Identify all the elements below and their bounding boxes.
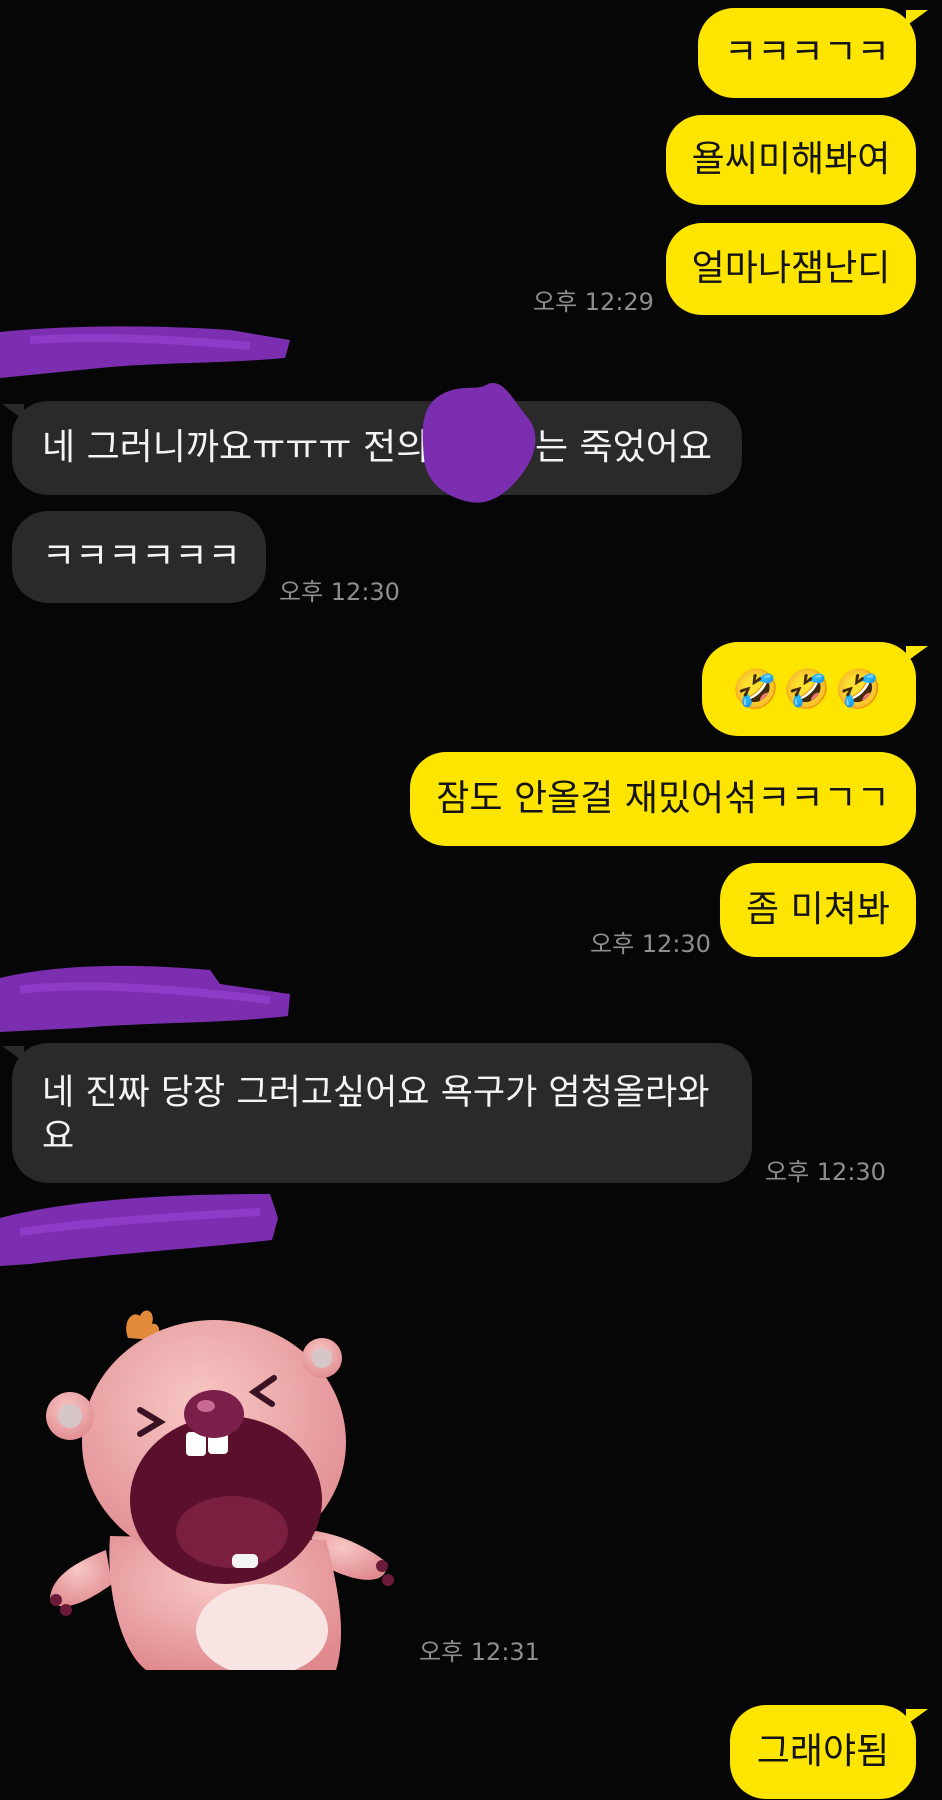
other-message-bubble[interactable]: ㅋㅋㅋㅋㅋㅋ bbox=[12, 511, 266, 603]
my-message-bubble[interactable]: 좀 미쳐봐 bbox=[720, 863, 916, 957]
other-message-bubble[interactable]: 네 그러니까요ㅠㅠㅠ 전의 는 죽었어요 bbox=[12, 401, 742, 495]
bubble-tail bbox=[2, 1046, 24, 1062]
message-timestamp: 오후 12:30 bbox=[765, 1158, 886, 1186]
bubble-tail bbox=[2, 404, 24, 420]
emoji-text: 🤣🤣🤣 bbox=[732, 667, 886, 711]
message-text: 그래야됨 bbox=[756, 1731, 890, 1772]
redaction-blob bbox=[422, 383, 536, 503]
other-message-bubble[interactable]: 네 진짜 당장 그러고싶어요 욕구가 엄청올라와요 bbox=[12, 1043, 752, 1183]
message-text: 얼마나잼난디 bbox=[691, 248, 891, 289]
message-text: ㅋㅋㅋㅋㅋㅋ bbox=[42, 536, 241, 577]
redaction-scribble bbox=[0, 965, 290, 1032]
redaction-scribble bbox=[0, 1194, 278, 1266]
message-timestamp: 오후 12:29 bbox=[533, 288, 654, 316]
redaction-scribble bbox=[0, 326, 290, 378]
message-text: 네 진짜 당장 그러고싶어요 욕구가 엄청올라와요 bbox=[42, 1073, 710, 1157]
my-message-bubble[interactable]: ㅋㅋㅋㄱㅋ bbox=[698, 8, 916, 98]
chat-room: ㅋㅋㅋㄱㅋ 욜씨미해봐여 얼마나잼난디 오후 12:29 네 그러니까요ㅠㅠㅠ … bbox=[0, 0, 942, 1800]
message-text: 욜씨미해봐여 bbox=[691, 139, 891, 180]
my-message-bubble[interactable]: 잠도 안올걸 재밌어섞ㅋㅋㄱㄱ bbox=[410, 752, 916, 846]
message-timestamp: 오후 12:30 bbox=[279, 578, 400, 606]
pink-beaver-laughing-sticker[interactable] bbox=[36, 1300, 406, 1670]
message-text: ㅋㅋㅋㄱㅋ bbox=[724, 32, 890, 73]
my-message-bubble[interactable]: 얼마나잼난디 bbox=[666, 223, 916, 315]
bubble-tail bbox=[906, 646, 928, 662]
bubble-tail bbox=[906, 1709, 928, 1725]
message-text: 는 죽었어요 bbox=[534, 427, 712, 468]
bubble-tail bbox=[906, 10, 928, 26]
my-message-bubble[interactable]: 그래야됨 bbox=[730, 1705, 916, 1799]
message-timestamp: 오후 12:30 bbox=[590, 930, 711, 958]
message-timestamp: 오후 12:31 bbox=[419, 1638, 540, 1666]
message-text: 잠도 안올걸 재밌어섞ㅋㅋㄱㄱ bbox=[436, 778, 890, 819]
my-message-bubble[interactable]: 🤣🤣🤣 bbox=[702, 642, 916, 736]
message-text: 네 그러니까요ㅠㅠㅠ 전의 bbox=[42, 427, 430, 468]
message-text: 좀 미쳐봐 bbox=[746, 889, 890, 930]
my-message-bubble[interactable]: 욜씨미해봐여 bbox=[666, 115, 916, 205]
